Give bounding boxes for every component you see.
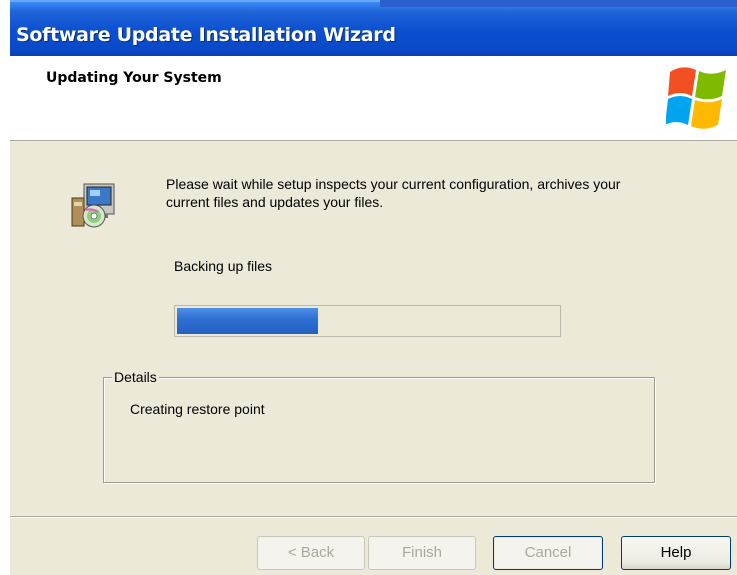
details-groupbox: Details Creating restore point: [103, 369, 655, 483]
progress-bar-fill: [177, 308, 318, 334]
button-separator: [10, 516, 737, 518]
back-button[interactable]: < Back: [257, 536, 365, 570]
progress-status-label: Backing up files: [174, 258, 273, 274]
title-bar[interactable]: Software Update Installation Wizard: [10, 0, 737, 56]
wizard-header: Updating Your System: [10, 56, 737, 141]
windows-logo-icon: [666, 67, 726, 129]
cancel-button[interactable]: Cancel: [493, 536, 603, 570]
intro-text: Please wait while setup inspects your cu…: [166, 176, 621, 210]
details-text: Creating restore point: [130, 401, 265, 417]
setup-package-icon: [71, 183, 115, 228]
progress-bar: [174, 305, 561, 337]
window-title: Software Update Installation Wizard: [16, 24, 396, 46]
details-legend: Details: [112, 369, 159, 385]
wizard-window: Software Update Installation Wizard Upda…: [10, 0, 737, 575]
finish-button[interactable]: Finish: [368, 536, 476, 570]
page-heading: Updating Your System: [46, 70, 222, 86]
help-button[interactable]: Help: [621, 536, 731, 570]
background-window-edge: [380, 0, 737, 7]
